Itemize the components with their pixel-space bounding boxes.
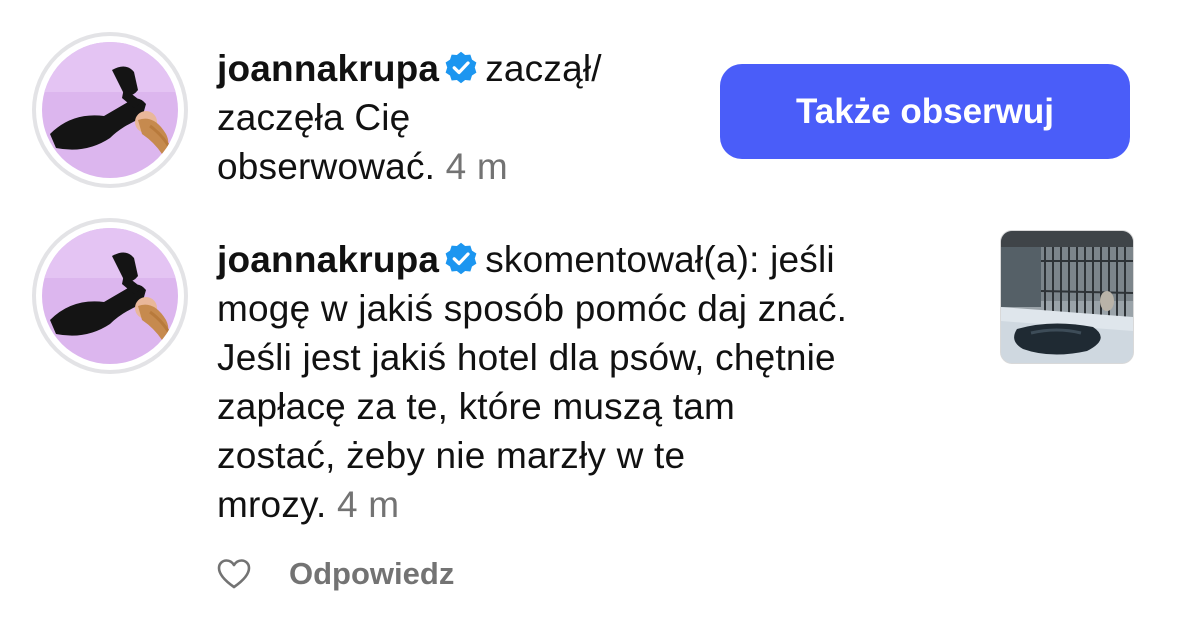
username-link[interactable]: joannakrupa <box>217 48 439 89</box>
post-thumbnail[interactable] <box>1000 230 1134 364</box>
avatar[interactable] <box>42 228 178 364</box>
notification-message: zaczął/ <box>485 48 602 89</box>
comment-text: skomentował(a): jeśli <box>485 239 835 280</box>
avatar-ring[interactable] <box>36 36 184 184</box>
comment-text: zapłacę za te, które muszą tam <box>217 386 736 427</box>
verified-badge-icon <box>445 51 477 84</box>
avatar-ring[interactable] <box>36 222 184 370</box>
notifications-screen: joannakrupa zaczął/ zaczęła Cię obserwowa… <box>0 0 1179 636</box>
avatar[interactable] <box>42 42 178 178</box>
avatar-photo <box>42 42 178 178</box>
notification-message: zaczęła Cię <box>217 97 411 138</box>
verified-badge-icon <box>445 242 477 275</box>
avatar-photo <box>42 228 178 364</box>
notification-text: joannakrupa skomentował(a): jeśli mogę w … <box>217 235 977 529</box>
post-image <box>1001 231 1133 363</box>
comment-text: mrozy. <box>217 484 327 525</box>
username-link[interactable]: joannakrupa <box>217 239 439 280</box>
reply-button[interactable]: Odpowiedz <box>289 556 454 592</box>
follow-back-button[interactable]: Także obserwuj <box>720 64 1130 159</box>
notification-text: joannakrupa zaczął/ zaczęła Cię obserwowa… <box>217 44 687 191</box>
timestamp: 4 m <box>445 146 508 187</box>
comment-text: zostać, żeby nie marzły w te <box>217 435 686 476</box>
comment-actions: Odpowiedz <box>217 556 454 592</box>
comment-text: Jeśli jest jakiś hotel dla psów, chętnie <box>217 337 836 378</box>
comment-text: mogę w jakiś sposób pomóc daj znać. <box>217 288 848 329</box>
heart-icon[interactable] <box>217 558 251 590</box>
notification-message: obserwować. <box>217 146 436 187</box>
timestamp: 4 m <box>336 484 400 525</box>
